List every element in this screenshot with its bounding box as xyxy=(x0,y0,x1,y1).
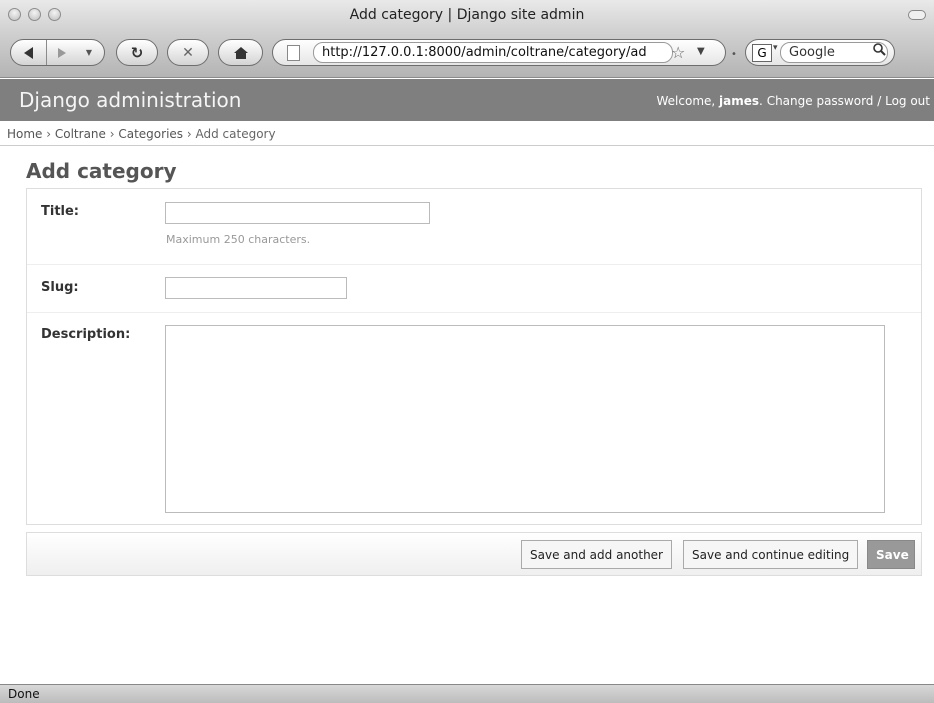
address-bar: http://127.0.0.1:8000/admin/coltrane/cat… xyxy=(272,39,726,66)
browser-toolbar: ▼ ↻ ✕ http://127.0.0.1:8000/admin/coltra… xyxy=(0,30,934,78)
user-tools: Welcome, james. Change password / Log ou… xyxy=(657,94,930,108)
search-engine-icon[interactable]: G xyxy=(752,44,772,62)
title-label: Title: xyxy=(41,204,80,219)
browser-status-bar: Done xyxy=(0,684,934,703)
home-button[interactable] xyxy=(218,39,263,66)
back-button[interactable] xyxy=(11,40,47,65)
breadcrumb-model[interactable]: Categories xyxy=(118,127,183,141)
title-help-text: Maximum 250 characters. xyxy=(166,233,311,246)
reload-button[interactable]: ↻ xyxy=(116,39,158,66)
bookmark-star-icon[interactable]: ☆ xyxy=(671,43,685,62)
username: james xyxy=(719,94,760,108)
reload-icon: ↻ xyxy=(130,43,144,62)
breadcrumb-current: Add category xyxy=(195,127,276,141)
search-icon[interactable] xyxy=(873,43,886,60)
save-and-add-another-button[interactable]: Save and add another xyxy=(521,540,672,569)
description-label: Description: xyxy=(41,327,131,342)
breadcrumb-separator: › xyxy=(105,127,119,141)
home-icon xyxy=(233,46,248,59)
search-bar: G ▾ Google xyxy=(745,39,895,66)
site-brand: Django administration xyxy=(19,88,242,112)
form-row-title: Title: Maximum 250 characters. xyxy=(27,189,921,265)
description-textarea[interactable] xyxy=(165,325,885,513)
window-titlebar: Add category | Django site admin xyxy=(0,0,934,30)
page-icon xyxy=(287,45,300,61)
forward-arrow-icon xyxy=(58,47,66,58)
toolbar-toggle-button[interactable] xyxy=(908,10,926,20)
url-input[interactable]: http://127.0.0.1:8000/admin/coltrane/cat… xyxy=(313,42,673,63)
user-tools-separator: / xyxy=(873,94,886,108)
save-and-continue-button[interactable]: Save and continue editing xyxy=(683,540,859,569)
history-dropdown-button[interactable]: ▼ xyxy=(77,48,101,57)
welcome-text: Welcome, xyxy=(656,94,720,108)
admin-header: Django administration Welcome, james. Ch… xyxy=(0,79,934,121)
logout-link[interactable]: Log out xyxy=(885,94,930,108)
form-row-slug: Slug: xyxy=(27,265,921,313)
submit-row: Save and add another Save and continue e… xyxy=(26,532,922,576)
back-arrow-icon xyxy=(23,46,33,59)
stop-icon: ✕ xyxy=(182,44,194,61)
title-input[interactable] xyxy=(165,202,430,224)
breadcrumb-home[interactable]: Home xyxy=(7,127,42,141)
welcome-suffix: . xyxy=(759,94,767,108)
change-password-link[interactable]: Change password xyxy=(767,94,874,108)
breadcrumb-separator: › xyxy=(183,127,196,141)
search-engine-dropdown-icon[interactable]: ▾ xyxy=(773,43,778,53)
slug-label: Slug: xyxy=(41,280,79,295)
breadcrumb: Home › Coltrane › Categories › Add categ… xyxy=(0,121,934,146)
save-button[interactable]: Save xyxy=(867,540,915,569)
form-row-description: Description: xyxy=(27,313,921,524)
page-title: Add category xyxy=(26,159,177,183)
forward-button[interactable] xyxy=(47,47,77,59)
history-nav: ▼ xyxy=(10,39,105,66)
slug-input[interactable] xyxy=(165,277,347,299)
category-form: Title: Maximum 250 characters. Slug: Des… xyxy=(26,188,922,525)
breadcrumb-separator: › xyxy=(42,127,55,141)
window-title: Add category | Django site admin xyxy=(349,7,585,23)
url-dropdown-icon[interactable]: ▼ xyxy=(697,46,705,57)
breadcrumb-app[interactable]: Coltrane xyxy=(55,127,106,141)
search-input[interactable]: Google xyxy=(780,42,888,63)
toolbar-separator: • xyxy=(731,49,737,60)
stop-button[interactable]: ✕ xyxy=(167,39,209,66)
